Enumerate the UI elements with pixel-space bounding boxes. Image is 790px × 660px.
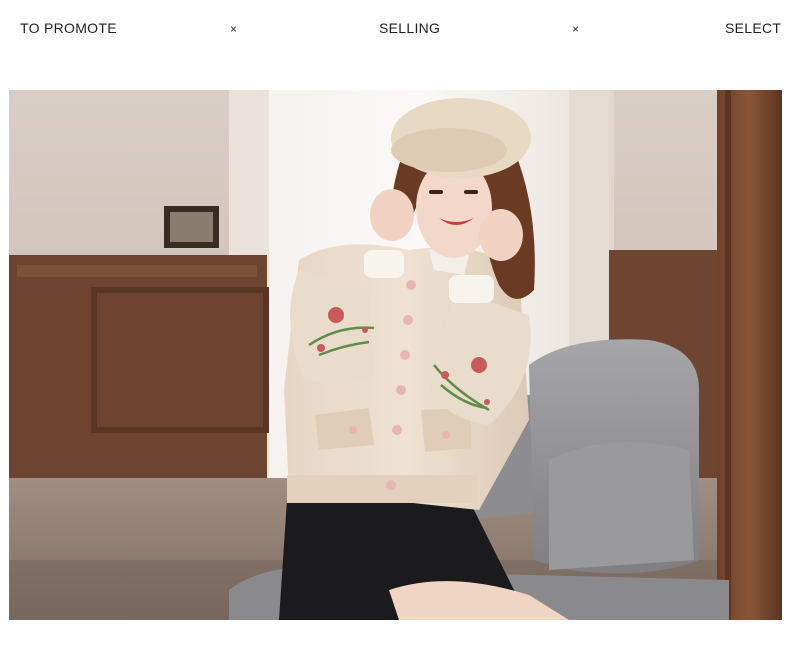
- product-photo: [9, 90, 782, 620]
- select-label: SELECT: [725, 20, 782, 36]
- separator-icon: ×: [230, 22, 238, 36]
- selling-label: SELLING: [379, 20, 441, 36]
- top-banner: TO PROMOTE × SELLING × SELECT: [0, 0, 790, 56]
- photo-illustration: [9, 90, 782, 620]
- separator-icon: ×: [572, 22, 580, 36]
- promote-label: TO PROMOTE: [20, 20, 117, 36]
